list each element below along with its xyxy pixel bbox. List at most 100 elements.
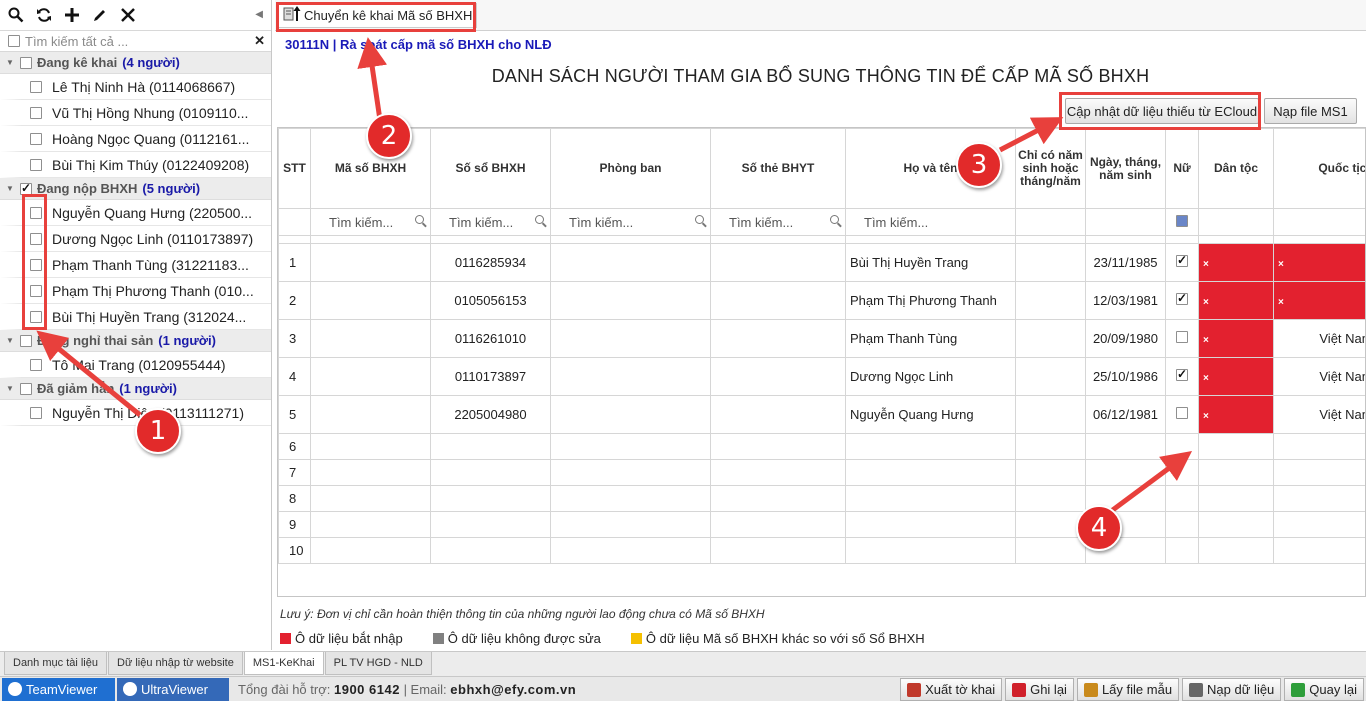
table-row[interactable]: 2 0105056153 Phạm Thị Phương Thanh 12/03/19… — [278, 281, 1365, 320]
column-header[interactable]: Dân tộc — [1198, 128, 1274, 209]
filter-input[interactable]: Tìm kiếm... — [569, 215, 633, 230]
expand-icon[interactable]: ▼ — [6, 384, 15, 393]
empty-cell[interactable] — [550, 537, 711, 564]
group-checkbox[interactable] — [20, 56, 32, 69]
empty-cell[interactable] — [845, 511, 1016, 538]
cell-ma-so-bhxh[interactable] — [310, 357, 431, 396]
filter-cell[interactable] — [1273, 208, 1365, 236]
group-checkbox[interactable] — [20, 382, 32, 395]
empty-cell[interactable] — [1273, 511, 1365, 538]
search-icon[interactable] — [6, 5, 26, 25]
female-checkbox[interactable] — [1176, 407, 1188, 419]
cell-so-so-bhxh[interactable]: 0110173897 — [430, 357, 551, 396]
person-checkbox[interactable] — [30, 106, 42, 119]
column-header[interactable]: Phòng ban — [550, 128, 711, 209]
cell-nu[interactable] — [1165, 243, 1199, 282]
empty-cell[interactable] — [1273, 433, 1365, 460]
empty-cell[interactable] — [1198, 511, 1274, 538]
action-button[interactable]: Quay lại — [1284, 678, 1364, 701]
group-header[interactable]: ▼ Đang nghỉ thai sản (1 người) — [0, 330, 271, 352]
delete-icon[interactable] — [118, 5, 138, 25]
empty-cell[interactable] — [310, 511, 431, 538]
female-checkbox[interactable] — [1176, 253, 1188, 267]
person-checkbox[interactable] — [30, 158, 42, 171]
empty-cell[interactable] — [1165, 433, 1199, 460]
empty-cell[interactable] — [550, 485, 711, 512]
empty-cell[interactable] — [845, 433, 1016, 460]
filter-input[interactable]: Tìm kiếm... — [449, 215, 513, 230]
action-button[interactable]: Ghi lại — [1005, 678, 1074, 701]
action-button[interactable]: Xuất tờ khai — [900, 678, 1003, 701]
table-row[interactable]: 8 — [278, 485, 1365, 512]
empty-cell[interactable] — [1015, 433, 1086, 460]
sheet-tab[interactable]: PL TV HGD - NLD — [324, 652, 432, 675]
table-row[interactable]: 9 — [278, 511, 1365, 538]
collapse-panel-icon[interactable]: ◀ — [255, 9, 263, 20]
group-checkbox[interactable] — [20, 181, 32, 195]
empty-cell[interactable] — [1015, 537, 1086, 564]
empty-cell[interactable] — [1273, 537, 1365, 564]
filter-cell[interactable] — [278, 208, 311, 236]
cell-dan-toc[interactable]: × — [1198, 357, 1274, 396]
empty-cell[interactable] — [430, 511, 551, 538]
empty-cell[interactable] — [845, 459, 1016, 486]
cell-chi-co-nam-sinh[interactable] — [1015, 243, 1086, 282]
teamviewer-button[interactable]: TeamViewer — [2, 677, 115, 701]
cell-so-so-bhxh[interactable]: 0116261010 — [430, 319, 551, 358]
cell-ho-ten[interactable]: Phạm Thị Phương Thanh — [845, 281, 1016, 320]
load-ms1-button[interactable]: Nạp file MS1 — [1264, 98, 1357, 124]
empty-cell[interactable] — [710, 537, 846, 564]
cell-ngay-sinh[interactable]: 23/11/1985 — [1085, 243, 1166, 282]
person-checkbox[interactable] — [30, 80, 42, 93]
person-checkbox[interactable] — [30, 406, 42, 419]
add-icon[interactable] — [62, 5, 82, 25]
cell-ho-ten[interactable]: Bùi Thị Huyền Trang — [845, 243, 1016, 282]
column-header[interactable]: Chỉ có năm sinh hoặc tháng/năm — [1015, 128, 1086, 209]
filter-input[interactable]: Tìm kiếm... — [329, 215, 393, 230]
empty-cell[interactable] — [1085, 459, 1166, 486]
cell-chi-co-nam-sinh[interactable] — [1015, 395, 1086, 434]
cell-nu[interactable] — [1165, 357, 1199, 396]
expand-icon[interactable]: ▼ — [6, 184, 15, 193]
table-row[interactable]: 6 — [278, 433, 1365, 460]
empty-cell[interactable] — [1015, 459, 1086, 486]
person-item[interactable]: Bùi Thị Kim Thúy (0122409208) — [0, 152, 271, 178]
person-checkbox[interactable] — [30, 132, 42, 145]
cell-so-so-bhxh[interactable]: 0105056153 — [430, 281, 551, 320]
column-header[interactable]: Số sổ BHXH — [430, 128, 551, 209]
empty-cell[interactable] — [1198, 433, 1274, 460]
person-item[interactable]: Lê Thị Ninh Hà (0114068667) — [0, 74, 271, 100]
group-header[interactable]: ▼ Đang kê khai (4 người) — [0, 52, 271, 74]
cell-phong-ban[interactable] — [550, 395, 711, 434]
empty-cell[interactable] — [1273, 459, 1365, 486]
cell-dan-toc[interactable]: × — [1198, 281, 1274, 320]
column-header[interactable]: Nữ — [1165, 128, 1199, 209]
cell-so-the-bhyt[interactable] — [710, 281, 846, 320]
cell-ma-so-bhxh[interactable] — [310, 243, 431, 282]
cell-ho-ten[interactable]: Dương Ngọc Linh — [845, 357, 1016, 396]
cell-dan-toc[interactable]: × — [1198, 319, 1274, 358]
cell-quoc-tich[interactable]: × — [1273, 281, 1365, 320]
person-checkbox[interactable] — [30, 358, 42, 371]
cell-chi-co-nam-sinh[interactable] — [1015, 319, 1086, 358]
empty-cell[interactable] — [310, 537, 431, 564]
empty-cell[interactable] — [1198, 537, 1274, 564]
clear-search-icon[interactable]: ✕ — [254, 33, 265, 49]
cell-phong-ban[interactable] — [550, 281, 711, 320]
expand-icon[interactable]: ▼ — [6, 58, 15, 67]
cell-ma-so-bhxh[interactable] — [310, 281, 431, 320]
table-row[interactable]: 4 0110173897 Dương Ngọc Linh 25/10/1986 × Việ… — [278, 357, 1365, 396]
empty-cell[interactable] — [1165, 511, 1199, 538]
action-button[interactable]: Nạp dữ liệu — [1182, 678, 1282, 701]
empty-cell[interactable] — [710, 511, 846, 538]
table-row[interactable]: 7 — [278, 459, 1365, 486]
table-row[interactable]: 1 0116285934 Bùi Thị Huyền Trang 23/11/1985… — [278, 243, 1365, 282]
cell-phong-ban[interactable] — [550, 357, 711, 396]
person-item[interactable]: Hoàng Ngọc Quang (0112161... — [0, 126, 271, 152]
column-header[interactable]: Ngày, tháng, năm sinh — [1085, 128, 1166, 209]
cell-phong-ban[interactable] — [550, 319, 711, 358]
empty-cell[interactable] — [550, 511, 711, 538]
empty-cell[interactable] — [550, 433, 711, 460]
search-all-input[interactable]: Tìm kiếm tất cả ... — [25, 34, 128, 49]
cell-ma-so-bhxh[interactable] — [310, 395, 431, 434]
